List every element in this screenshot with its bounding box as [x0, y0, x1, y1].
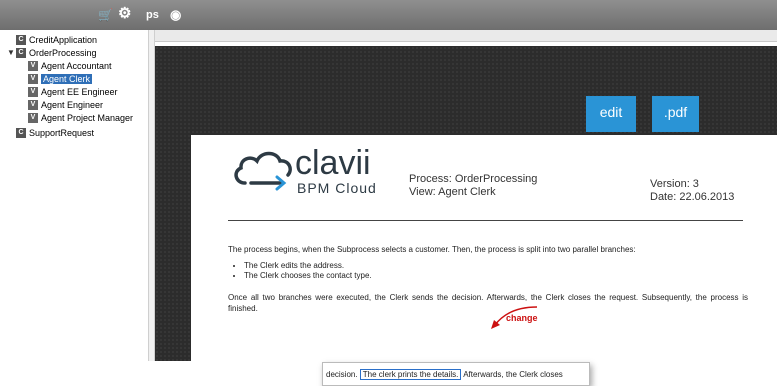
document-viewer: edit .pdf clavii BPM Cloud Process: Orde… [155, 46, 777, 386]
tree-item-label: CreditApplication [29, 34, 98, 45]
main-panel: edit .pdf clavii BPM Cloud Process: Orde… [155, 30, 777, 386]
branch-list: The Clerk edits the address. The Clerk c… [228, 261, 764, 281]
view-icon: V [28, 99, 38, 110]
tree-item-label: Agent Engineer [41, 99, 104, 110]
inserted-text-highlight: The clerk prints the details. [359, 369, 462, 380]
view-name: View: Agent Clerk [409, 186, 496, 198]
main-header-strip [155, 30, 777, 42]
gear-icon[interactable]: ⚙ [118, 0, 131, 29]
process-tree: C CreditApplication ▼ C OrderProcessing … [0, 30, 150, 361]
cart-icon[interactable]: 🛒 [98, 0, 113, 30]
cloud-logo-icon [234, 151, 292, 191]
category-icon: C [16, 47, 26, 58]
category-icon: C [16, 127, 26, 138]
process-name: Process: OrderProcessing [409, 173, 538, 185]
tree-item-orderprocessing[interactable]: ▼ C OrderProcessing [7, 46, 97, 59]
tree-item-label: SupportRequest [29, 127, 95, 138]
tree-item-label: Agent Clerk [41, 73, 93, 84]
tree-item-label: Agent Accountant [41, 60, 112, 71]
paragraph-intro: The process begins, when the Subprocess … [228, 245, 636, 254]
category-icon: C [16, 34, 26, 45]
tree-item-creditapplication[interactable]: C CreditApplication [16, 33, 97, 46]
eye-icon[interactable]: ◉ [170, 0, 181, 30]
tree-item-agent-engineer[interactable]: V Agent Engineer [28, 98, 103, 111]
document-date: Date: 22.06.2013 [650, 191, 735, 203]
version-info: Version: 3 Date: 22.06.2013 [650, 178, 734, 204]
zoom-text-before: decision. [326, 370, 360, 379]
clavii-logo: clavii BPM Cloud [231, 143, 401, 196]
header-divider [228, 220, 743, 221]
change-zoom-callout: decision. The clerk prints the details. … [322, 362, 590, 386]
list-item: The Clerk chooses the contact type. [244, 271, 764, 281]
tree-item-label: Agent EE Engineer [41, 86, 118, 97]
process-info: Process: OrderProcessing View: Agent Cle… [409, 173, 537, 199]
edit-button[interactable]: edit [586, 96, 636, 132]
tree-item-supportrequest[interactable]: C SupportRequest [16, 126, 94, 139]
view-icon: V [28, 112, 38, 123]
view-icon: V [28, 73, 38, 84]
tree-item-agent-ee-engineer[interactable]: V Agent EE Engineer [28, 85, 118, 98]
zoom-text-after: Afterwards, the Clerk closes [461, 370, 563, 379]
logo-subtitle: BPM Cloud [297, 180, 377, 196]
logo-wordmark: clavii [295, 144, 371, 182]
tree-item-label: OrderProcessing [29, 47, 97, 58]
top-toolbar: 🛒 ⚙ ps ◉ [0, 0, 777, 30]
list-item: The Clerk edits the address. [244, 261, 764, 271]
pdf-button[interactable]: .pdf [652, 96, 699, 132]
change-annotation: change [506, 313, 538, 323]
tree-item-label: Agent Project Manager [41, 112, 134, 123]
view-icon: V [28, 86, 38, 97]
ps-button[interactable]: ps [146, 0, 159, 30]
view-icon: V [28, 60, 38, 71]
version-number: Version: 3 [650, 178, 699, 190]
expand-arrow-icon[interactable]: ▼ [7, 48, 15, 57]
document-page: clavii BPM Cloud Process: OrderProcessin… [191, 135, 777, 377]
tree-item-agent-project-manager[interactable]: V Agent Project Manager [28, 111, 133, 124]
tree-item-agent-accountant[interactable]: V Agent Accountant [28, 59, 112, 72]
tree-item-agent-clerk[interactable]: V Agent Clerk [28, 72, 93, 85]
panel-splitter[interactable] [148, 30, 155, 361]
